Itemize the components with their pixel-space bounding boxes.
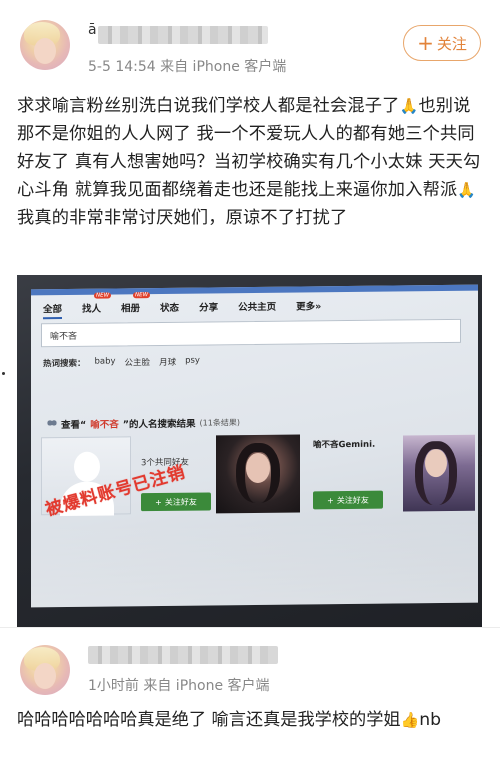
tab-find-people: 找人 NEW [82, 292, 112, 315]
result-name-3: 喻不 [481, 437, 482, 461]
avatar[interactable] [20, 645, 70, 695]
search-tabs: 全部 找人 NEW 相册 NEW 状态 分享 公共主页 更多» [43, 292, 322, 320]
search-input: 喻不吝 [41, 318, 461, 348]
tab-public-page: 公共主页 [238, 301, 277, 314]
tab-status: 状态 [160, 302, 180, 314]
side-dot [2, 372, 5, 375]
plus-icon: + [327, 495, 334, 505]
result-name-2: 喻不吝Gemini. [313, 439, 376, 451]
add-friend-button: + 关注好友 [141, 492, 211, 512]
add-friend-button: + 关注好友 [313, 490, 383, 510]
post-body: 哈哈哈哈哈哈哈真是绝了 喻言还真是我学校的学姐👍nb [17, 706, 487, 734]
praying-hands-icon: 🙏 [457, 181, 477, 199]
hot-words: 热词搜索： baby 公主脸 月球 psy [43, 355, 200, 370]
post-body: 求求喻言粉丝别洗白说我们学校人都是社会混子了🙏也别说那不是你姐的人人网了 我一个… [17, 92, 487, 232]
weibo-post-1: ā 5-5 14:54 来自 iPhone 客户端 + 关注 求求喻言粉丝别洗白… [0, 0, 500, 627]
profile-photo-2 [216, 434, 300, 514]
author-name-initial: ā [88, 22, 97, 38]
thumbs-up-icon: 👍 [400, 711, 420, 729]
avatar[interactable] [20, 20, 70, 70]
tab-more: 更多» [296, 301, 322, 313]
renren-search-screen: 全部 找人 NEW 相册 NEW 状态 分享 公共主页 更多» 喻不吝 热词搜索： … [31, 284, 482, 608]
post-meta: 1小时前 来自 iPhone 客户端 [88, 678, 270, 694]
tab-share: 分享 [199, 302, 219, 314]
profile-photo-3 [403, 434, 475, 512]
follow-button[interactable]: + 关注 [403, 25, 481, 61]
author-name-blurred[interactable] [98, 26, 268, 44]
tab-albums: 相册 NEW [121, 292, 151, 315]
people-icon [47, 420, 57, 429]
plus-icon: + [155, 497, 162, 507]
author-name-blurred[interactable] [88, 646, 278, 664]
praying-hands-icon: 🙏 [399, 97, 419, 115]
plus-icon: + [417, 31, 434, 55]
tab-all: 全部 [43, 301, 63, 320]
search-result-heading: 查看“ 喻不吝 ”的人名搜索结果 (11条结果) [47, 415, 240, 431]
embedded-screenshot-photo[interactable]: 全部 找人 NEW 相册 NEW 状态 分享 公共主页 更多» 喻不吝 热词搜索： … [17, 275, 482, 627]
post-meta: 5-5 14:54 来自 iPhone 客户端 [88, 59, 287, 75]
follow-label: 关注 [436, 34, 467, 53]
